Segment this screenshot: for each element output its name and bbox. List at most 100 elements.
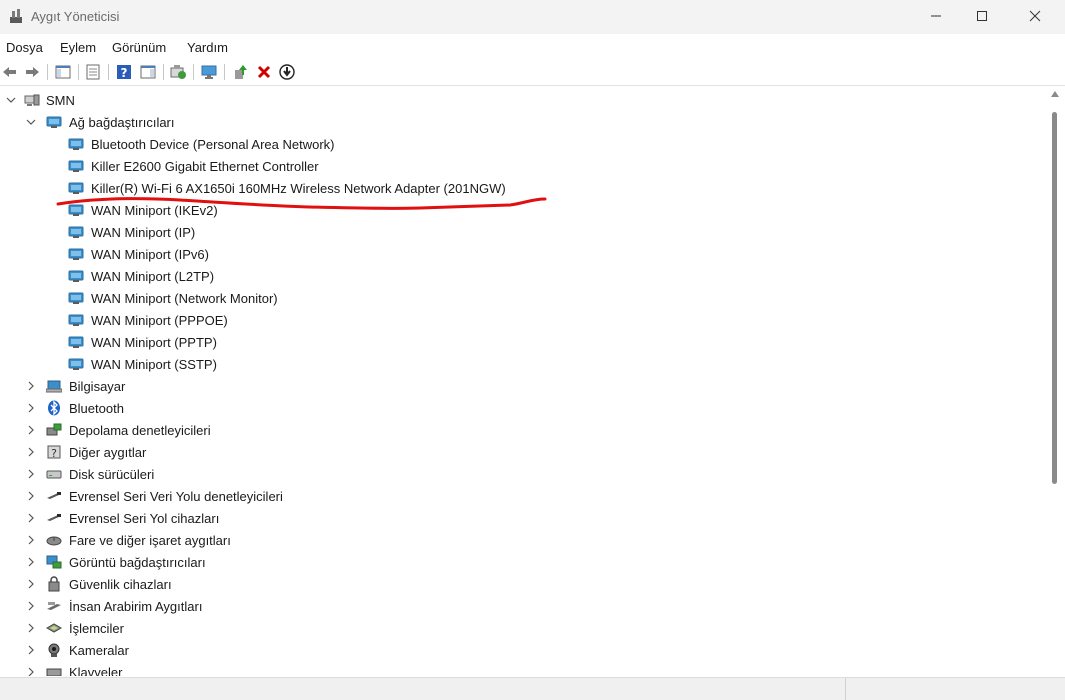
show-hide-tree-button[interactable] [53,63,73,81]
chevron-down-icon[interactable] [5,94,17,106]
forward-button[interactable] [22,63,42,81]
tree-category-network-adapters[interactable]: Ağ bağdaştırıcıları [0,111,1040,133]
chevron-right-icon[interactable] [25,644,37,656]
tree-item-label: WAN Miniport (PPTP) [91,335,217,350]
toolbar-separator [224,64,225,80]
network-adapter-icon [68,314,84,326]
mouse-icon [46,536,62,546]
network-adapter-icon [68,292,84,304]
tree-item-label: Ağ bağdaştırıcıları [69,115,175,130]
back-arrow-icon [3,67,16,77]
tree-device-network-adapter[interactable]: WAN Miniport (L2TP) [0,265,1040,287]
network-adapter-icon [46,116,62,128]
tree-device-network-adapter[interactable]: WAN Miniport (PPTP) [0,331,1040,353]
close-icon [1029,10,1041,22]
chevron-right-icon[interactable] [25,424,37,436]
update-driver-button[interactable] [231,63,251,81]
chevron-right-icon[interactable] [25,600,37,612]
tree-category-storage-controller[interactable]: Depolama denetleyicileri [0,419,1040,441]
help-button[interactable]: ? [114,63,134,81]
tree-category-usb-controller[interactable]: Evrensel Seri Veri Yolu denetleyicileri [0,485,1040,507]
menu-yardim[interactable]: Yardım [187,40,228,55]
menu-bar: Dosya Eylem Görünüm Yardım [0,34,1065,59]
tree-item-label: İşlemciler [69,621,124,636]
hid-icon [47,602,61,610]
scroll-up-arrow-icon[interactable] [1051,91,1059,97]
minimize-button[interactable] [913,0,959,32]
menu-eylem[interactable]: Eylem [60,40,96,55]
chevron-right-icon[interactable] [25,380,37,392]
device-manager-app-icon [10,9,22,23]
chevron-right-icon[interactable] [25,446,37,458]
tree-category-processor[interactable]: İşlemciler [0,617,1040,639]
chevron-right-icon[interactable] [25,578,37,590]
device-tree: SMN Ağ bağdaştırıcıları Bluetooth Device (… [0,89,1046,676]
disk-drive-icon [46,470,62,479]
chevron-right-icon[interactable] [25,490,37,502]
tree-category-computer[interactable]: Bilgisayar [0,375,1040,397]
svg-text:?: ? [51,447,57,460]
tree-item-label: İnsan Arabirim Aygıtları [69,599,203,614]
tree-category-camera[interactable]: Kameralar [0,639,1040,661]
scrollbar-thumb[interactable] [1052,112,1057,484]
tree-category-mouse[interactable]: Fare ve diğer işaret aygıtları [0,529,1040,551]
toolbar-separator [193,64,194,80]
tree-category-usb-device[interactable]: Evrensel Seri Yol cihazları [0,507,1040,529]
computer-icon [46,380,62,393]
tree-item-label: WAN Miniport (SSTP) [91,357,217,372]
bluetooth-icon [48,400,60,416]
properties-button[interactable] [83,63,103,81]
tree-device-network-adapter[interactable]: WAN Miniport (SSTP) [0,353,1040,375]
tree-category-display-adapter[interactable]: Görüntü bağdaştırıcıları [0,551,1040,573]
maximize-icon [977,11,987,21]
tree-item-label: WAN Miniport (IPv6) [91,247,209,262]
usb-controller-icon [47,492,61,499]
chevron-right-icon[interactable] [25,468,37,480]
tree-item-label: Disk sürücüleri [69,467,155,482]
tree-device-network-adapter[interactable]: Bluetooth Device (Personal Area Network) [0,133,1040,155]
properties-icon [86,64,100,80]
tree-item-label: WAN Miniport (Network Monitor) [91,291,278,306]
tree-device-network-adapter[interactable]: WAN Miniport (PPPOE) [0,309,1040,331]
monitor-icon [201,65,217,79]
uninstall-device-button[interactable] [254,63,274,81]
tree-category-bluetooth[interactable]: Bluetooth [0,397,1040,419]
disable-device-button[interactable] [277,63,297,81]
tree-device-network-adapter[interactable]: WAN Miniport (IP) [0,221,1040,243]
action-pane-button[interactable] [138,63,158,81]
tree-device-network-adapter[interactable]: Killer E2600 Gigabit Ethernet Controller [0,155,1040,177]
tree-device-network-adapter[interactable]: WAN Miniport (Network Monitor) [0,287,1040,309]
chevron-right-icon[interactable] [25,666,37,676]
window-title: Aygıt Yöneticisi [31,9,120,24]
show-hide-console-tree-icon [55,65,71,79]
menu-dosya[interactable]: Dosya [6,40,43,55]
back-button[interactable] [0,63,20,81]
chevron-right-icon[interactable] [25,402,37,414]
tree-category-keyboard[interactable]: Klavyeler [0,661,1040,676]
tree-root-smn[interactable]: SMN [0,89,1040,111]
tree-item-label: WAN Miniport (IKEv2) [91,203,218,218]
menu-gorunum[interactable]: Görünüm [112,40,166,55]
chevron-right-icon[interactable] [25,534,37,546]
tree-category-other-devices[interactable]: ? Diğer aygıtlar [0,441,1040,463]
tree-device-network-adapter[interactable]: WAN Miniport (IPv6) [0,243,1040,265]
scan-hardware-button[interactable] [168,63,188,81]
chevron-down-icon[interactable] [25,116,37,128]
tree-device-network-adapter[interactable]: Killer(R) Wi-Fi 6 AX1650i 160MHz Wireles… [0,177,1040,199]
network-adapter-icon [68,182,84,194]
update-driver-icon [235,65,247,79]
tree-item-label: Bilgisayar [69,379,126,394]
monitor-button[interactable] [199,63,219,81]
close-button[interactable] [1012,0,1058,32]
other-devices-icon: ? [47,445,61,460]
camera-icon [48,643,60,657]
tree-category-security-device[interactable]: Güvenlik cihazları [0,573,1040,595]
maximize-button[interactable] [959,0,1005,32]
tree-category-disk-drive[interactable]: Disk sürücüleri [0,463,1040,485]
chevron-right-icon[interactable] [25,556,37,568]
chevron-right-icon[interactable] [25,622,37,634]
tree-device-network-adapter[interactable]: WAN Miniport (IKEv2) [0,199,1040,221]
computer-root-icon [24,94,40,106]
chevron-right-icon[interactable] [25,512,37,524]
tree-category-hid[interactable]: İnsan Arabirim Aygıtları [0,595,1040,617]
